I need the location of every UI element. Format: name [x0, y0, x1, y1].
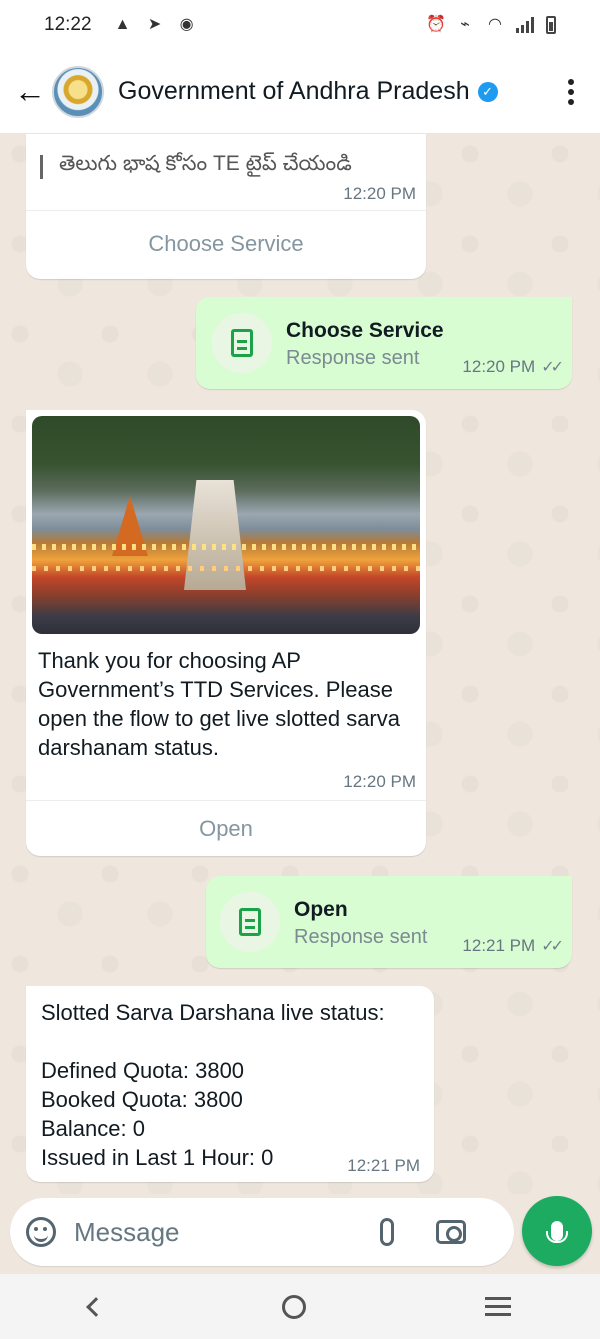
message-time: 12:20 PM	[343, 184, 416, 203]
quote-bar	[40, 154, 43, 179]
nav-back-icon[interactable]	[86, 1296, 107, 1317]
choose-service-button[interactable]: Choose Service	[26, 210, 426, 279]
camera-icon[interactable]	[436, 1220, 466, 1244]
alarm-icon: ⏰	[426, 16, 446, 33]
incoming-message: Thank you for choosing AP Government’s T…	[26, 410, 426, 856]
contact-name[interactable]: Government of Andhra Pradesh	[118, 77, 470, 106]
status-line: Booked Quota: 3800	[41, 1087, 243, 1112]
response-title: Choose Service	[286, 319, 444, 342]
incoming-message: Slotted Sarva Darshana live status: Defi…	[26, 986, 434, 1182]
system-navigation-bar	[0, 1274, 600, 1339]
response-subtitle: Response sent	[294, 926, 428, 948]
response-subtitle: Response sent	[286, 347, 420, 369]
message-composer	[10, 1198, 514, 1266]
nav-recents-icon[interactable]	[484, 1297, 511, 1316]
double-check-icon: ✓✓	[541, 359, 564, 376]
more-options-icon[interactable]	[568, 78, 574, 105]
response-title: Open	[294, 898, 348, 921]
verified-badge-icon: ✓	[477, 81, 498, 102]
microphone-button[interactable]	[522, 1196, 592, 1266]
temple-image[interactable]	[32, 416, 420, 634]
status-line: Issued in Last 1 Hour: 0	[41, 1145, 274, 1170]
whatsapp-notification-icon: ◉	[179, 16, 194, 33]
wifi-icon: ◠	[488, 16, 502, 33]
open-button[interactable]: Open	[26, 800, 426, 856]
back-arrow-icon[interactable]: ←	[8, 73, 52, 110]
chat-header: ← Government of Andhra Pradesh ✓	[0, 50, 600, 134]
navigation-icon: ▲	[114, 16, 131, 33]
status-time: 12:22	[44, 14, 92, 35]
status-line: Balance: 0	[41, 1116, 145, 1141]
chat-area[interactable]: తెలుగు భాష కోసం TE టైప్ చేయండి 12:20 PM …	[0, 134, 600, 1194]
avatar[interactable]	[52, 65, 104, 118]
microphone-icon	[546, 1221, 568, 1243]
attachment-icon[interactable]	[380, 1218, 394, 1246]
document-icon	[220, 892, 280, 952]
signal-icon	[516, 17, 534, 33]
outgoing-message: Choose Service Response sent 12:20 PM ✓✓	[196, 297, 572, 389]
double-check-icon: ✓✓	[541, 938, 564, 955]
volte-icon: ⌁	[460, 16, 470, 33]
message-time: 12:21 PM	[462, 936, 536, 955]
message-time: 12:20 PM	[462, 357, 536, 376]
contact-info[interactable]: Government of Andhra Pradesh ✓	[118, 77, 498, 106]
document-icon	[212, 313, 272, 373]
outgoing-message: Open Response sent 12:21 PM ✓✓	[206, 876, 572, 968]
incoming-message: తెలుగు భాష కోసం TE టైప్ చేయండి 12:20 PM …	[26, 134, 426, 279]
emoji-sticker-icon[interactable]	[26, 1217, 56, 1247]
message-input[interactable]	[74, 1216, 374, 1248]
message-text: Thank you for choosing AP Government’s T…	[38, 648, 400, 760]
message-time: 12:21 PM	[347, 1156, 420, 1175]
send-arrow-icon: ➤	[147, 16, 162, 33]
status-line: Defined Quota: 3800	[41, 1058, 245, 1083]
message-time: 12:20 PM	[343, 772, 416, 791]
battery-icon	[546, 16, 556, 34]
status-heading: Slotted Sarva Darshana live status:	[41, 1000, 385, 1025]
status-bar: 12:22 ▲ ➤ ◉ ⏰ ⌁ ◠	[0, 0, 600, 50]
message-text: తెలుగు భాష కోసం TE టైప్ చేయండి	[59, 152, 352, 175]
nav-home-icon[interactable]	[281, 1294, 306, 1319]
